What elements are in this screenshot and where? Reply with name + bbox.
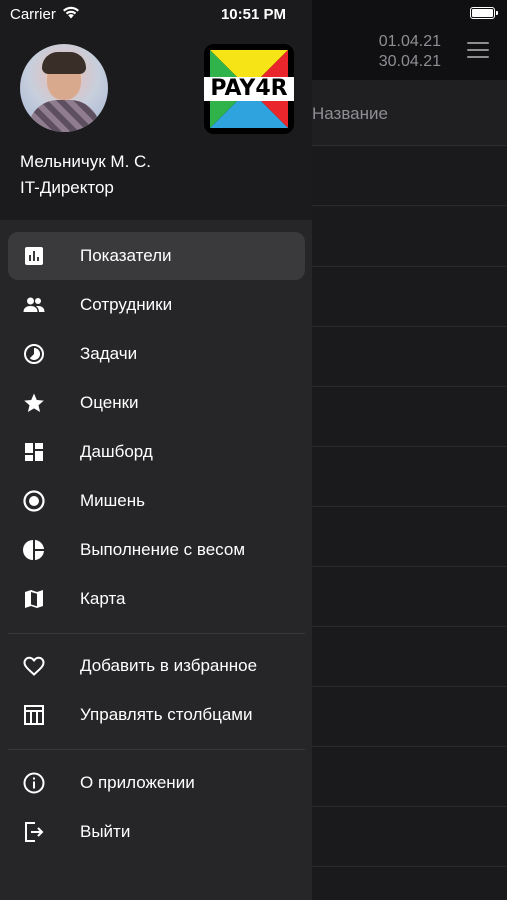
menu-item-label: О приложении bbox=[80, 773, 195, 792]
pay4r-logo: PAY4R bbox=[204, 44, 294, 134]
avatar[interactable] bbox=[20, 44, 108, 132]
date-to: 30.04.21 bbox=[378, 53, 441, 70]
menu-item-label: Добавить в избранное bbox=[80, 656, 258, 675]
logout-icon bbox=[25, 822, 44, 842]
dashboard-icon bbox=[25, 443, 43, 461]
table-row[interactable] bbox=[312, 327, 507, 387]
columns-icon bbox=[24, 705, 44, 725]
menu-item-label: Выйти bbox=[80, 822, 131, 841]
menu-item-label: Показатели bbox=[80, 246, 172, 265]
logo-text: PAY4R bbox=[204, 77, 294, 101]
clock: 10:51 PM bbox=[220, 6, 287, 23]
user-role: IT-Директор bbox=[20, 178, 114, 197]
column-header: Название bbox=[312, 80, 507, 146]
bar-chart-icon bbox=[25, 247, 43, 265]
menu-item-add-favorite[interactable]: Добавить в избранное bbox=[8, 642, 305, 690]
menu-item-label: Мишень bbox=[80, 491, 145, 510]
menu-item-map[interactable]: Карта bbox=[8, 575, 305, 623]
menu-divider bbox=[8, 749, 305, 750]
date-range[interactable]: 01.04.21 30.04.21 bbox=[379, 32, 441, 72]
menu-item-label: Задачи bbox=[80, 344, 138, 363]
timelapse-icon bbox=[24, 344, 44, 364]
status-bar: Carrier 10:51 PM bbox=[0, 0, 507, 30]
table-row[interactable] bbox=[312, 507, 507, 567]
hamburger-menu-icon[interactable] bbox=[467, 42, 489, 60]
menu-item-label: Управлять столбцами bbox=[80, 705, 253, 724]
heart-outline-icon bbox=[23, 656, 45, 676]
table-row[interactable] bbox=[312, 687, 507, 747]
map-icon bbox=[25, 590, 43, 608]
table-row[interactable] bbox=[312, 146, 507, 206]
table-row[interactable] bbox=[312, 387, 507, 447]
menu-item-employees[interactable]: Сотрудники bbox=[8, 281, 305, 329]
menu-item-dashboard[interactable]: Дашборд bbox=[8, 428, 305, 476]
people-icon bbox=[23, 297, 45, 312]
target-icon bbox=[23, 490, 45, 512]
menu-divider bbox=[8, 633, 305, 634]
table-row[interactable] bbox=[312, 207, 507, 267]
menu-item-ratings[interactable]: Оценки bbox=[8, 379, 305, 427]
star-icon bbox=[24, 393, 44, 412]
table-row[interactable] bbox=[312, 747, 507, 807]
drawer-header: PAY4R Мельничук М. С. IT-Директор bbox=[0, 0, 312, 220]
menu-item-logout[interactable]: Выйти bbox=[8, 808, 305, 856]
table-row[interactable] bbox=[312, 807, 507, 867]
menu-item-label: Выполнение с весом bbox=[80, 540, 246, 559]
pie-chart-icon bbox=[23, 540, 44, 560]
menu-item-label: Оценки bbox=[80, 393, 139, 412]
battery-icon bbox=[470, 7, 498, 19]
menu-item-about[interactable]: О приложении bbox=[8, 759, 305, 807]
menu-item-tasks[interactable]: Задачи bbox=[8, 330, 305, 378]
menu-item-target[interactable]: Мишень bbox=[8, 477, 305, 525]
menu-item-indicators[interactable]: Показатели bbox=[8, 232, 305, 280]
table-row[interactable] bbox=[312, 267, 507, 327]
menu-item-weighted-completion[interactable]: Выполнение с весом bbox=[8, 526, 305, 574]
menu-item-label: Дашборд bbox=[80, 442, 153, 461]
date-from: 01.04.21 bbox=[378, 33, 441, 50]
table-row[interactable] bbox=[312, 567, 507, 627]
column-header-label: Название bbox=[312, 104, 388, 123]
menu-item-label: Карта bbox=[80, 589, 126, 608]
info-icon bbox=[23, 772, 45, 794]
menu-item-manage-columns[interactable]: Управлять столбцами bbox=[8, 691, 305, 739]
table-row[interactable] bbox=[312, 627, 507, 687]
navigation-drawer: PAY4R Мельничук М. С. IT-Директор Показа… bbox=[0, 0, 312, 900]
table-row[interactable] bbox=[312, 447, 507, 507]
user-name: Мельничук М. С. bbox=[20, 152, 152, 171]
menu-item-label: Сотрудники bbox=[80, 295, 173, 314]
